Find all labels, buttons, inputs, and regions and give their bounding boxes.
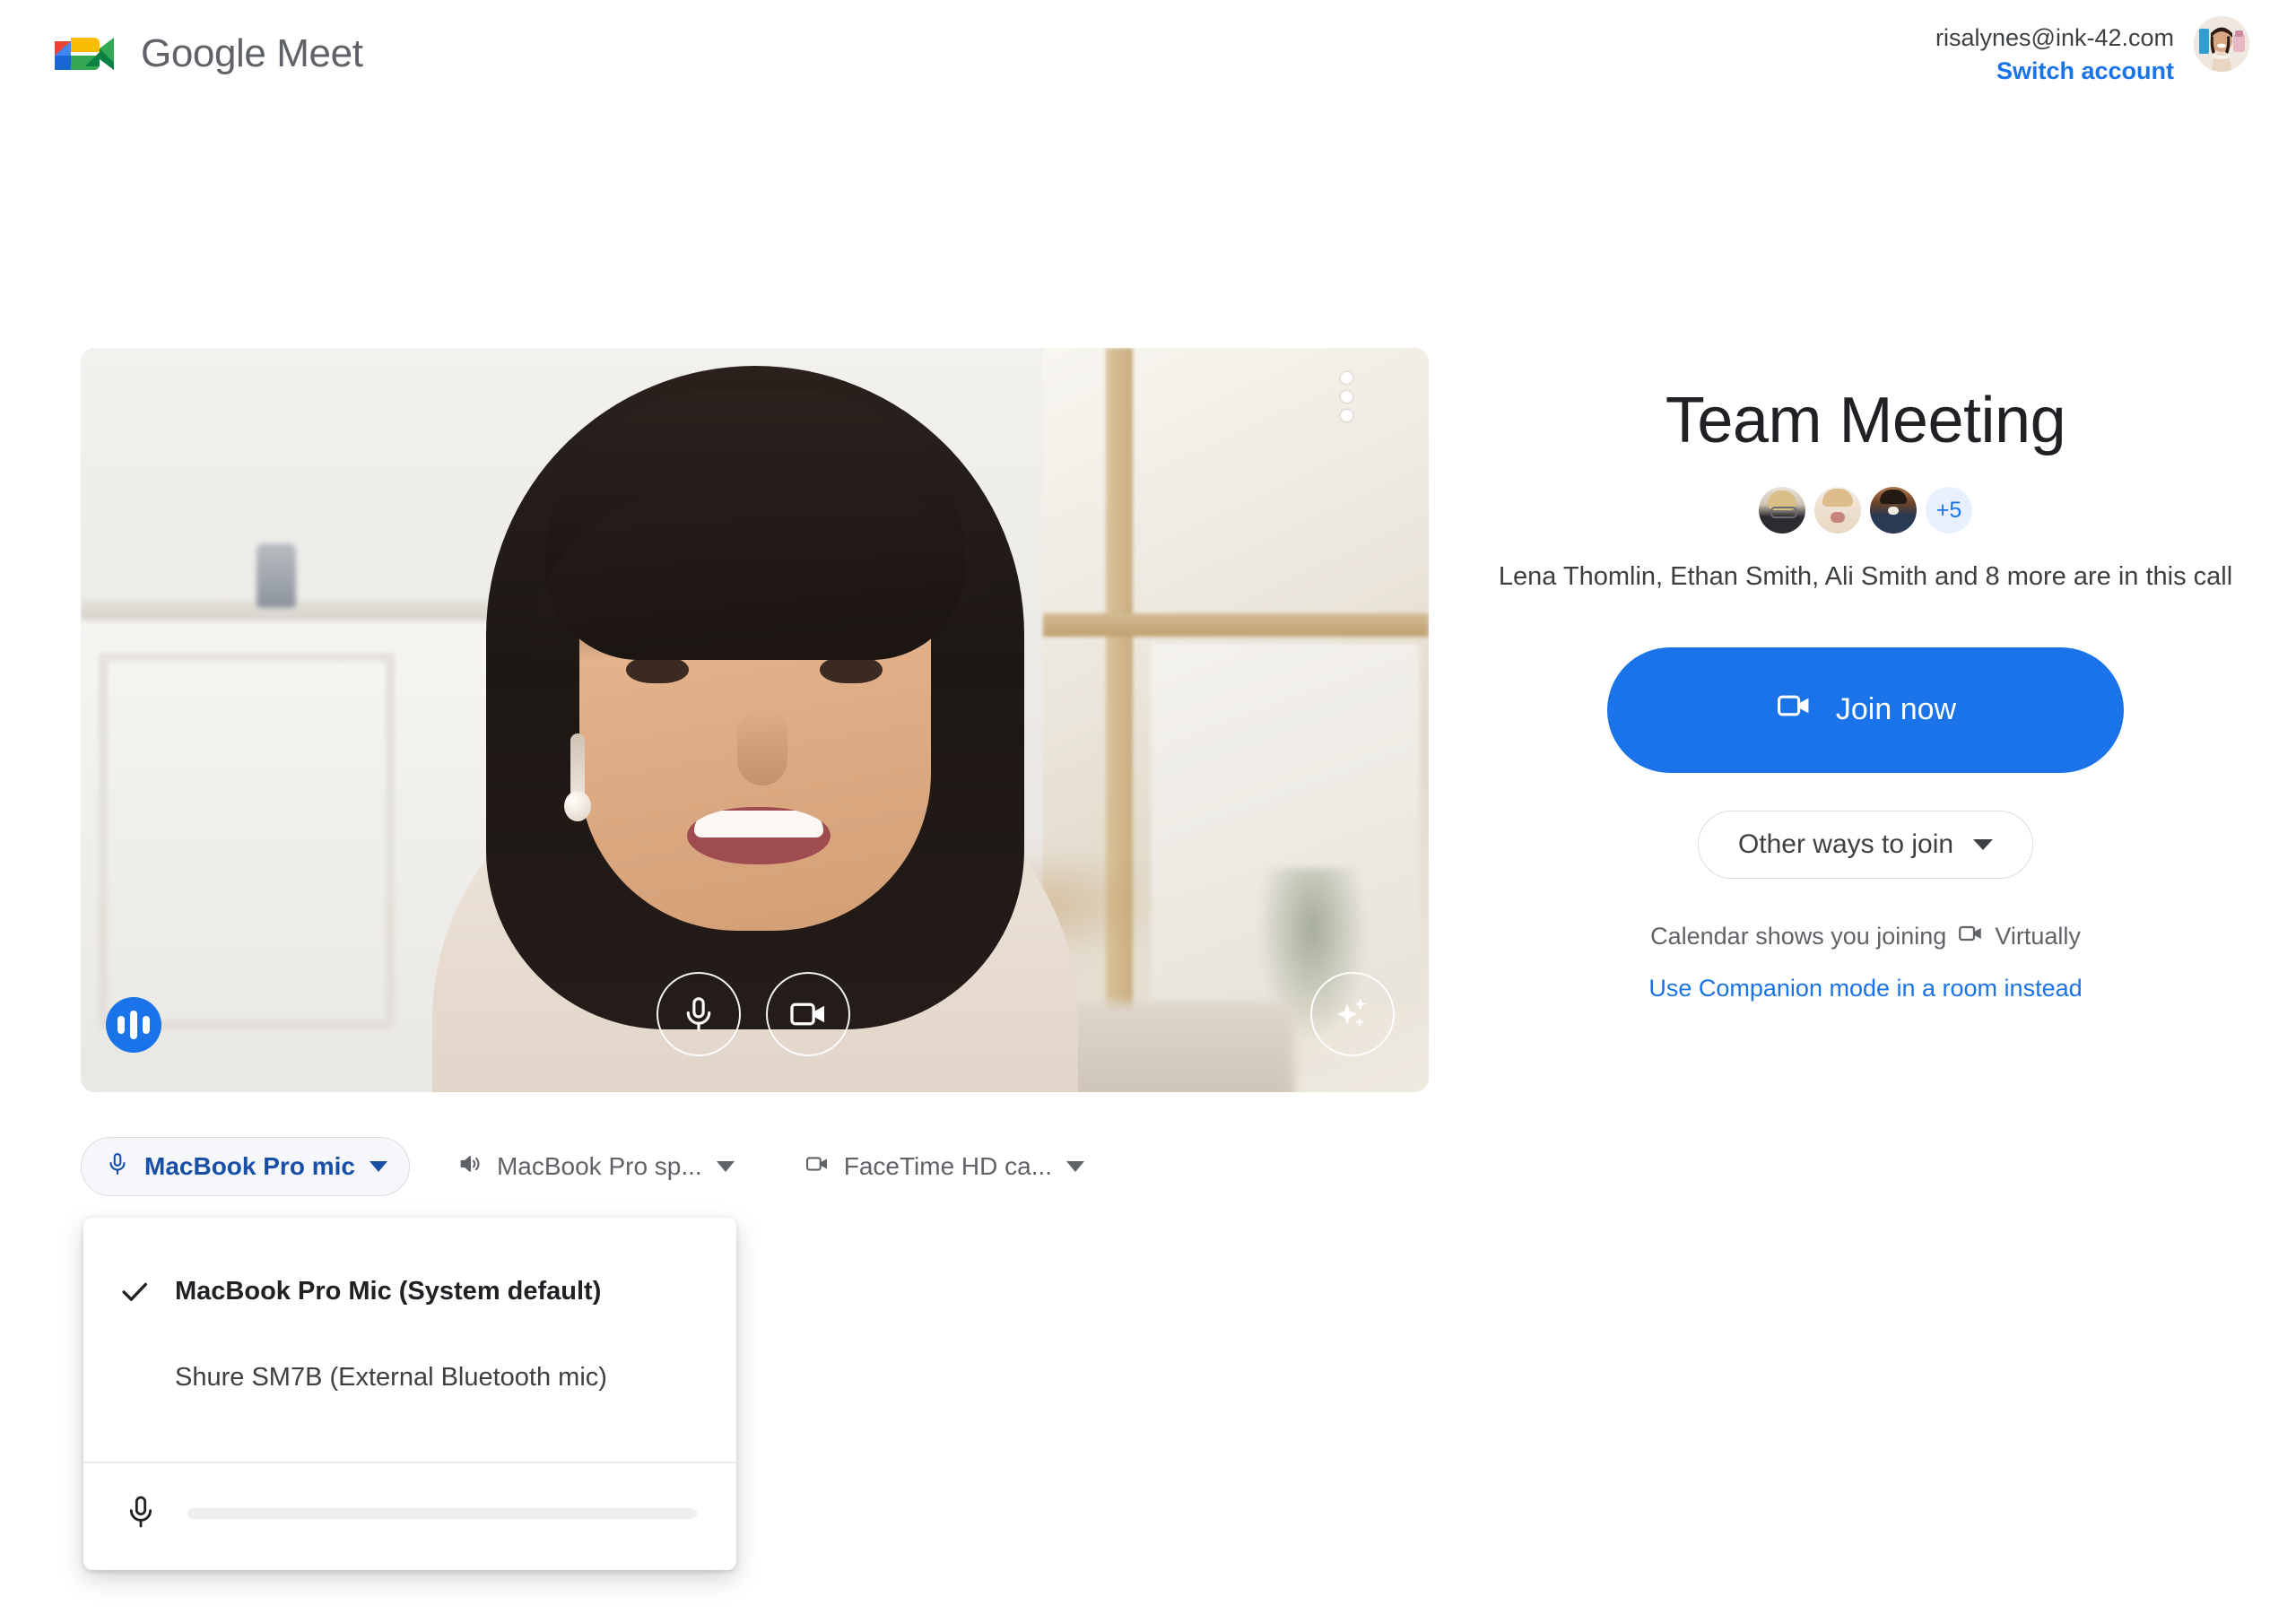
chevron-down-icon xyxy=(1066,1161,1085,1172)
mic-device-chip[interactable]: MacBook Pro mic xyxy=(81,1137,410,1196)
avatar[interactable] xyxy=(1814,487,1861,534)
companion-mode-link[interactable]: Use Companion mode in a room instead xyxy=(1471,975,2260,1002)
page-title: Team Meeting xyxy=(1665,385,2066,456)
audio-level-icon xyxy=(106,997,161,1053)
meet-logo-icon xyxy=(49,25,117,82)
other-ways-to-join-button[interactable]: Other ways to join xyxy=(1697,810,2034,879)
account-email: risalynes@ink-42.com xyxy=(1935,24,2174,51)
participant-avatars: +5 xyxy=(1471,487,2260,534)
sparkle-effects-icon xyxy=(1331,993,1374,1036)
mic-option-default[interactable]: MacBook Pro Mic (System default) xyxy=(83,1248,736,1334)
videocam-icon xyxy=(787,994,829,1035)
microphone-icon xyxy=(105,1151,130,1183)
join-now-label: Join now xyxy=(1835,692,1957,727)
more-vert-icon[interactable] xyxy=(1323,368,1370,425)
switch-account-link[interactable]: Switch account xyxy=(1935,54,2174,89)
camera-device-label: FaceTime HD ca... xyxy=(843,1152,1053,1180)
participants-summary: Lena Thomlin, Ethan Smith, Ali Smith and… xyxy=(1498,562,2233,592)
video-preview xyxy=(81,348,1429,1092)
mic-option-list: MacBook Pro Mic (System default) Shure S… xyxy=(83,1218,736,1462)
chevron-down-icon xyxy=(369,1161,387,1172)
mic-level-track[interactable] xyxy=(187,1508,697,1519)
microphone-icon xyxy=(679,994,718,1034)
speaker-device-label: MacBook Pro sp... xyxy=(496,1152,702,1180)
mic-device-label: MacBook Pro mic xyxy=(144,1152,355,1180)
brand-title: Google Meet xyxy=(141,31,363,75)
participant-overflow-badge[interactable]: +5 xyxy=(1926,487,1972,534)
videocam-icon xyxy=(1775,687,1813,733)
calendar-status: Calendar shows you joining Virtually xyxy=(1471,920,2260,953)
account-avatar[interactable] xyxy=(2194,16,2249,72)
join-now-button[interactable]: Join now xyxy=(1607,646,2124,773)
avatar[interactable] xyxy=(1759,487,1805,534)
mic-level-meter xyxy=(83,1463,736,1570)
videocam-icon xyxy=(804,1151,830,1183)
meeting-info-panel: Team Meeting +5 Lena Thomlin, Ethan Smit… xyxy=(1471,385,2260,1002)
calendar-status-mode: Virtually xyxy=(1995,922,2081,950)
chevron-down-icon xyxy=(716,1161,735,1172)
camera-feed xyxy=(81,348,1429,1092)
chevron-down-icon xyxy=(1973,838,1994,850)
device-chips: MacBook Pro mic MacBook Pro sp... FaceTi… xyxy=(81,1137,1107,1196)
speaker-icon xyxy=(457,1151,483,1183)
camera-device-chip[interactable]: FaceTime HD ca... xyxy=(780,1137,1107,1196)
microphone-icon xyxy=(123,1494,159,1534)
effects-button[interactable] xyxy=(1310,972,1395,1056)
avatar[interactable] xyxy=(1870,487,1917,534)
camera-toggle-button[interactable] xyxy=(765,972,850,1056)
speaker-device-chip[interactable]: MacBook Pro sp... xyxy=(433,1137,757,1196)
app-header: Google Meet risalynes@ink-42.com Switch … xyxy=(0,0,2296,117)
other-ways-label: Other ways to join xyxy=(1737,829,1954,859)
calendar-status-prefix: Calendar shows you joining xyxy=(1650,922,1947,950)
self-view-person xyxy=(81,348,1429,1092)
mic-toggle-button[interactable] xyxy=(656,972,741,1056)
check-icon xyxy=(117,1274,175,1308)
videocam-icon xyxy=(1957,920,1984,953)
brand: Google Meet xyxy=(49,25,363,82)
account-area: risalynes@ink-42.com Switch account xyxy=(1935,16,2249,90)
mic-option-label: Shure SM7B (External Bluetooth mic) xyxy=(175,1362,607,1392)
mic-option-external[interactable]: Shure SM7B (External Bluetooth mic) xyxy=(83,1334,736,1420)
mic-device-dropdown: MacBook Pro Mic (System default) Shure S… xyxy=(83,1218,736,1570)
mic-option-label: MacBook Pro Mic (System default) xyxy=(175,1276,602,1306)
